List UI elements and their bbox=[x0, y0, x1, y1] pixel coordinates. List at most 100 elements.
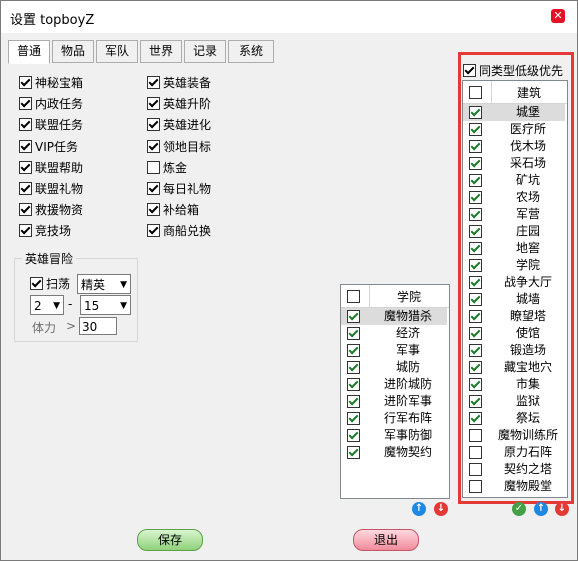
left-option-label: 联盟任务 bbox=[35, 118, 84, 133]
academy-row[interactable]: 行军布阵 bbox=[341, 410, 447, 427]
left-option-checkbox[interactable]: 竞技场 bbox=[19, 223, 71, 239]
right-option-checkbox[interactable]: 补给箱 bbox=[147, 202, 199, 218]
chevron-down-icon: ▼ bbox=[120, 301, 127, 311]
academy-list-header: 学院 bbox=[341, 285, 449, 308]
checkbox-icon[interactable] bbox=[19, 118, 32, 132]
left-option-label: VIP任务 bbox=[35, 139, 78, 154]
academy-row[interactable]: 经济 bbox=[341, 325, 447, 342]
right-option-checkbox[interactable]: 炼金 bbox=[147, 160, 187, 176]
stamina-label: 体力 bbox=[32, 321, 57, 335]
left-option-checkbox[interactable]: 神秘宝箱 bbox=[19, 75, 83, 91]
right-option-checkbox[interactable]: 英雄升阶 bbox=[147, 96, 211, 112]
right-option-label: 英雄进化 bbox=[163, 118, 212, 133]
move-down-icon[interactable]: ↓ bbox=[434, 502, 448, 516]
right-option-label: 每日礼物 bbox=[163, 182, 212, 196]
checkbox-icon[interactable] bbox=[147, 76, 160, 89]
academy-row[interactable]: 军事 bbox=[341, 342, 447, 359]
title-bar: 设置 topboyZ ✕ bbox=[1, 1, 577, 33]
academy-row[interactable]: 魔物契约 bbox=[341, 444, 447, 461]
academy-row-label: 军事 bbox=[395, 343, 420, 357]
academy-row-checkbox[interactable] bbox=[347, 361, 360, 374]
save-button[interactable]: 保存 bbox=[137, 529, 203, 551]
move-down-icon[interactable]: ↓ bbox=[555, 502, 569, 516]
sweep-check-icon[interactable] bbox=[30, 277, 43, 290]
academy-row-checkbox[interactable] bbox=[347, 378, 360, 391]
academy-row[interactable]: 进阶城防 bbox=[341, 376, 447, 393]
move-up-icon[interactable]: ↑ bbox=[534, 502, 548, 516]
left-option-label: 神秘宝箱 bbox=[35, 76, 84, 90]
left-option-checkbox[interactable]: VIP任务 bbox=[19, 139, 78, 155]
chevron-down-icon: ▼ bbox=[120, 280, 127, 290]
academy-row[interactable]: 城防 bbox=[341, 359, 447, 376]
academy-row-checkbox[interactable] bbox=[347, 310, 360, 323]
right-option-label: 补给箱 bbox=[163, 203, 200, 218]
academy-row-checkbox[interactable] bbox=[347, 412, 360, 425]
left-option-label: 救援物资 bbox=[35, 203, 84, 218]
academy-row-label: 城防 bbox=[395, 360, 420, 374]
academy-row-checkbox[interactable] bbox=[347, 446, 360, 459]
right-option-checkbox[interactable]: 商船兑换 bbox=[147, 223, 211, 239]
left-option-checkbox[interactable]: 联盟礼物 bbox=[19, 181, 83, 197]
academy-row-label: 经济 bbox=[395, 326, 420, 340]
stage-from-value: 2 bbox=[34, 299, 42, 313]
left-option-checkbox[interactable]: 联盟任务 bbox=[19, 117, 83, 133]
stamina-input[interactable]: 30 bbox=[79, 317, 117, 335]
right-option-label: 商船兑换 bbox=[163, 224, 212, 239]
move-up-icon[interactable]: ↑ bbox=[412, 502, 426, 516]
checkbox-icon[interactable] bbox=[147, 97, 160, 111]
checkbox-icon[interactable] bbox=[19, 139, 32, 153]
difficulty-select[interactable]: 精英 ▼ bbox=[77, 274, 131, 294]
tab-world[interactable]: 世界 bbox=[140, 40, 182, 63]
tab-records[interactable]: 记录 bbox=[184, 40, 226, 63]
checkbox-icon[interactable] bbox=[19, 160, 32, 174]
checkbox-icon[interactable] bbox=[19, 224, 32, 238]
stage-from-select[interactable]: 2 ▼ bbox=[30, 295, 64, 315]
left-option-checkbox[interactable]: 联盟帮助 bbox=[19, 160, 83, 176]
checkbox-icon[interactable] bbox=[19, 97, 32, 111]
chevron-down-icon: ▼ bbox=[53, 301, 60, 311]
checkbox-icon[interactable] bbox=[19, 203, 32, 217]
checkbox-icon[interactable] bbox=[147, 203, 160, 217]
academy-row-checkbox[interactable] bbox=[347, 429, 360, 442]
stamina-gt: > bbox=[66, 319, 77, 333]
checkbox-icon[interactable] bbox=[147, 224, 160, 238]
academy-row-label: 行军布阵 bbox=[383, 411, 432, 425]
right-option-checkbox[interactable]: 英雄进化 bbox=[147, 117, 211, 133]
academy-row-label: 魔物契约 bbox=[383, 445, 432, 459]
academy-row-checkbox[interactable] bbox=[347, 327, 360, 340]
stage-to-select[interactable]: 15 ▼ bbox=[80, 295, 131, 315]
tab-army[interactable]: 军队 bbox=[96, 40, 138, 63]
checkbox-icon[interactable] bbox=[147, 118, 160, 132]
checkbox-icon[interactable] bbox=[19, 182, 32, 195]
academy-row-checkbox[interactable] bbox=[347, 395, 360, 408]
right-option-label: 炼金 bbox=[163, 160, 188, 175]
academy-row[interactable]: 魔物猎杀 bbox=[341, 308, 447, 325]
academy-list: 学院 魔物猎杀 经济军事城防进阶城防 进阶军事行军布阵军事防御 魔物契约 bbox=[340, 284, 450, 499]
tab-system[interactable]: 系统 bbox=[228, 40, 274, 63]
checkbox-icon[interactable] bbox=[147, 182, 160, 195]
left-option-label: 竞技场 bbox=[35, 224, 72, 239]
checkbox-icon[interactable] bbox=[19, 76, 32, 89]
right-option-checkbox[interactable]: 每日礼物 bbox=[147, 181, 211, 197]
left-option-checkbox[interactable]: 内政任务 bbox=[19, 96, 83, 112]
left-option-checkbox[interactable]: 救援物资 bbox=[19, 202, 83, 218]
academy-row-checkbox[interactable] bbox=[347, 344, 360, 357]
tab-items[interactable]: 物品 bbox=[52, 40, 94, 63]
tab-general[interactable]: 普通 bbox=[8, 40, 50, 64]
academy-row-label: 进阶军事 bbox=[383, 394, 432, 408]
left-option-label: 联盟帮助 bbox=[35, 160, 84, 175]
checkbox-icon[interactable] bbox=[147, 139, 160, 153]
right-option-checkbox[interactable]: 英雄装备 bbox=[147, 75, 211, 91]
academy-row[interactable]: 军事防御 bbox=[341, 427, 447, 444]
check-all-icon[interactable]: ✓ bbox=[512, 502, 526, 516]
right-option-checkbox[interactable]: 领地目标 bbox=[147, 139, 211, 155]
right-option-label: 英雄升阶 bbox=[163, 97, 212, 112]
academy-row[interactable]: 进阶军事 bbox=[341, 393, 447, 410]
academy-select-all-checkbox[interactable] bbox=[347, 290, 360, 303]
window-title: 设置 topboyZ bbox=[10, 13, 95, 28]
checkbox-icon[interactable] bbox=[147, 160, 160, 174]
close-icon[interactable]: ✕ bbox=[551, 9, 565, 23]
highlight-frame bbox=[458, 52, 574, 504]
sweep-checkbox[interactable]: 扫荡 bbox=[30, 276, 70, 292]
exit-button[interactable]: 退出 bbox=[353, 529, 419, 551]
